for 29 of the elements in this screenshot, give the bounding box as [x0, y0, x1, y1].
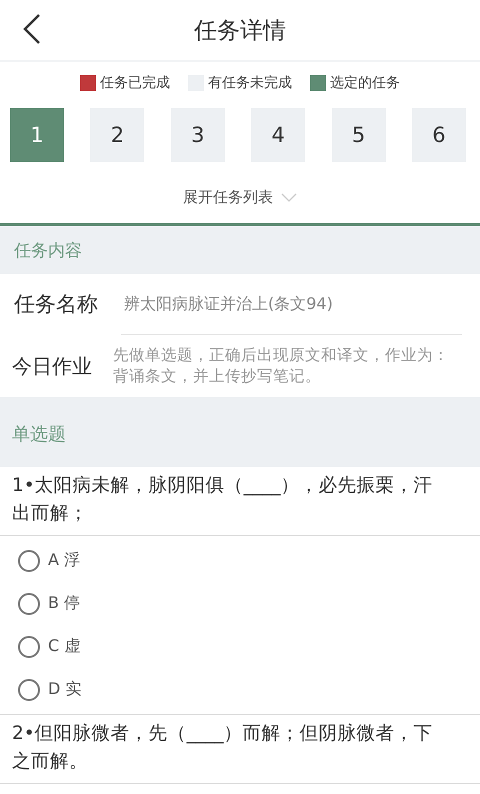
field-label: 今日作业 — [12, 352, 93, 380]
section-header: 单选题 — [0, 397, 480, 467]
legend-label: 选定的任务 — [330, 74, 400, 92]
back-icon — [22, 12, 42, 44]
answer-option[interactable]: A 浮 — [0, 539, 480, 582]
question-text: 1•太阳病未解，脉阴阳俱（____），必先振栗，汗出而解； — [0, 467, 480, 536]
task-number-button[interactable]: 1 — [10, 108, 64, 162]
radio-button[interactable] — [18, 678, 40, 700]
homework-text: 先做单选题，正确后出现原文和译文，作业为：背诵条文，并上传抄写笔记。 — [113, 345, 450, 387]
task-number-button[interactable]: 5 — [332, 108, 386, 162]
answer-option[interactable]: C 虚 — [0, 625, 480, 668]
task-number-button[interactable]: 2 — [90, 108, 144, 162]
question-text: 2•但阳脉微者，先（____）而解；但阴脉微者，下之而解。 — [0, 715, 480, 784]
radio-button[interactable] — [18, 636, 40, 658]
expand-task-list-link[interactable]: 展开任务列表 — [183, 188, 297, 207]
radio-button[interactable] — [18, 592, 40, 614]
task-number-button[interactable]: 6 — [412, 108, 466, 162]
radio-button[interactable] — [18, 550, 40, 572]
answer-option[interactable]: D 实 — [0, 668, 480, 711]
page-title: 任务详情 — [194, 16, 286, 46]
field-label: 任务名称 — [14, 291, 99, 318]
task-name-value: 辨太阳病脉证并治上(条文94) — [124, 294, 333, 314]
section-header: 任务内容 — [0, 226, 480, 274]
chevron-down-icon — [281, 193, 297, 202]
legend-label: 有任务未完成 — [208, 74, 292, 92]
task-number-button[interactable]: 3 — [170, 108, 225, 162]
task-number-button[interactable]: 4 — [251, 108, 306, 162]
legend-label: 任务已完成 — [100, 74, 170, 92]
answer-option[interactable]: B 停 — [0, 582, 480, 625]
